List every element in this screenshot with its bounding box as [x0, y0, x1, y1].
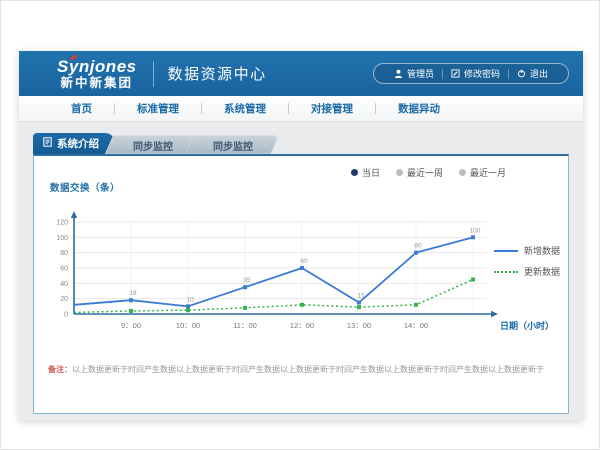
tab-sync-monitor-1[interactable]: 同步监控	[109, 135, 195, 154]
svg-text:日期（小时）: 日期（小时）	[500, 320, 554, 331]
svg-text:35: 35	[243, 277, 251, 284]
chart-panel: 当日 最近一周 最近一月 数据交换（条） 0 20 40 60 80 100 120 9：00…	[33, 154, 569, 414]
legend-item-new-data[interactable]: 新增数据	[494, 244, 560, 257]
svg-text:9：00: 9：00	[121, 321, 141, 330]
tab-label: 同步监控	[189, 135, 275, 153]
logout-button[interactable]: 退出	[509, 67, 556, 80]
svg-text:60: 60	[300, 258, 308, 265]
solid-line-icon	[494, 250, 518, 252]
logo-en-text: Synjones	[57, 58, 137, 75]
y-axis-title: 数据交换（条）	[50, 180, 120, 194]
change-password-label: 修改密码	[464, 67, 500, 80]
radio-label: 最近一周	[407, 166, 443, 179]
logo-divider	[153, 61, 154, 87]
radio-label: 当日	[362, 166, 380, 179]
content-area: 系统介绍 同步监控 同步监控 当日	[19, 122, 583, 420]
radio-unselected-icon	[396, 169, 403, 176]
user-icon	[394, 69, 403, 78]
screenshot-frame: Synjones 新中新集团 数据资源中心 管理员 修改密码	[0, 0, 600, 450]
power-icon	[517, 69, 526, 78]
logo-cn-text: 新中新集团	[61, 77, 134, 90]
current-user-button[interactable]: 管理员	[386, 67, 442, 80]
svg-text:13：00: 13：00	[347, 321, 371, 330]
footnote-prefix: 备注：	[48, 365, 72, 374]
footnote: 备注：以上数据更新于时间产生数据以上数据更新于时间产生数据以上数据更新于时间产生…	[48, 364, 558, 375]
radio-unselected-icon	[459, 169, 466, 176]
user-label: 管理员	[407, 67, 434, 80]
svg-text:11：00: 11：00	[233, 321, 257, 330]
svg-text:20: 20	[60, 296, 68, 303]
nav-item-interface-mgmt[interactable]: 对接管理	[289, 101, 375, 116]
legend-label: 更新数据	[524, 265, 560, 278]
radio-option-last-week[interactable]: 最近一周	[396, 166, 443, 179]
tab-bar: 系统介绍 同步监控 同步监控	[33, 133, 569, 154]
radio-option-today[interactable]: 当日	[351, 166, 380, 179]
tab-sync-monitor-2[interactable]: 同步监控	[189, 135, 275, 154]
nav-item-standard-mgmt[interactable]: 标准管理	[115, 101, 201, 116]
app-window: Synjones 新中新集团 数据资源中心 管理员 修改密码	[19, 51, 583, 420]
footnote-body: 以上数据更新于时间产生数据以上数据更新于时间产生数据以上数据更新于时间产生数据以…	[72, 365, 544, 374]
svg-text:80: 80	[414, 243, 422, 250]
time-range-filter: 当日 最近一周 最近一月	[351, 166, 506, 179]
svg-text:12：00: 12：00	[290, 321, 314, 330]
series-legend: 新增数据 更新数据	[494, 244, 560, 278]
radio-selected-icon	[351, 169, 358, 176]
legend-label: 新增数据	[524, 244, 560, 257]
svg-text:100: 100	[56, 235, 68, 242]
user-toolbar: 管理员 修改密码 退出	[373, 63, 569, 84]
svg-text:15: 15	[357, 293, 365, 300]
svg-text:14：00: 14：00	[404, 321, 428, 330]
svg-text:80: 80	[60, 250, 68, 257]
edit-icon	[451, 69, 460, 78]
top-header: Synjones 新中新集团 数据资源中心 管理员 修改密码	[19, 51, 583, 96]
nav-item-home[interactable]: 首页	[49, 101, 114, 116]
svg-text:120: 120	[56, 220, 68, 227]
document-icon	[43, 137, 52, 150]
svg-text:100: 100	[470, 227, 481, 234]
nav-item-data-change[interactable]: 数据异动	[376, 101, 462, 116]
svg-text:10: 10	[186, 296, 194, 303]
svg-text:40: 40	[60, 281, 68, 288]
change-password-button[interactable]: 修改密码	[443, 67, 508, 80]
tab-system-intro[interactable]: 系统介绍	[33, 133, 115, 154]
svg-text:0: 0	[64, 312, 68, 319]
tab-label: 同步监控	[109, 135, 195, 153]
radio-label: 最近一月	[470, 166, 506, 179]
legend-item-update-data[interactable]: 更新数据	[494, 265, 560, 278]
nav-item-system-mgmt[interactable]: 系统管理	[202, 101, 288, 116]
data-exchange-line-chart: 0 20 40 60 80 100 120 9：00 10：00 11：00 12：00 13：00 1…	[40, 196, 556, 346]
tab-label: 系统介绍	[57, 136, 99, 151]
radio-option-last-month[interactable]: 最近一月	[459, 166, 506, 179]
main-navigation: 首页 标准管理 系统管理 对接管理 数据异动	[19, 96, 583, 122]
svg-text:18: 18	[129, 290, 137, 297]
dotted-line-icon	[494, 271, 518, 273]
page-title: 数据资源中心	[168, 63, 267, 84]
svg-text:60: 60	[60, 266, 68, 273]
company-logo: Synjones 新中新集团	[57, 58, 137, 90]
svg-text:10：00: 10：00	[176, 321, 200, 330]
logout-label: 退出	[530, 67, 548, 80]
